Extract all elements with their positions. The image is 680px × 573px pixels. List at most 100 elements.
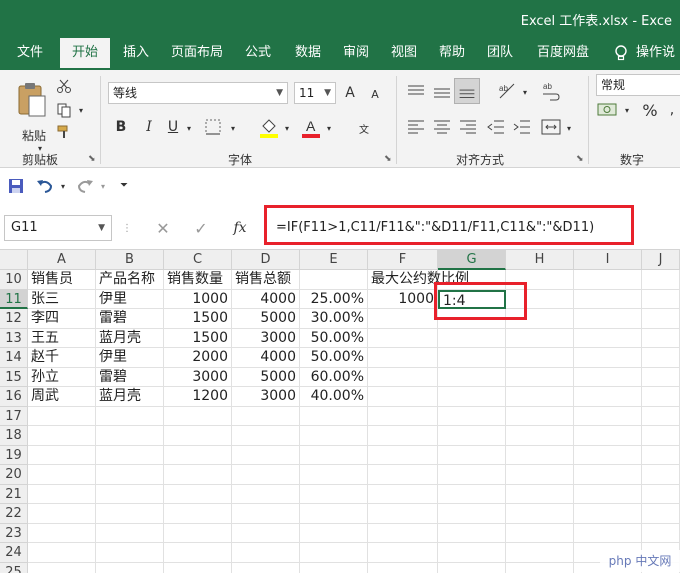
cell-a11[interactable]: 张三 [28, 289, 96, 309]
grid-cell[interactable] [232, 445, 300, 465]
grid-cell[interactable] [438, 543, 506, 563]
enter-icon[interactable]: ✓ [190, 218, 212, 238]
decrease-indent-icon[interactable] [484, 118, 508, 136]
underline-button[interactable]: U [164, 118, 182, 136]
grid-cell[interactable] [574, 328, 642, 348]
grid-cell[interactable] [506, 270, 574, 290]
cell-e11[interactable]: 25.00% [300, 289, 368, 309]
grid-cell[interactable] [574, 270, 642, 290]
cell-e12[interactable]: 30.00% [300, 309, 368, 329]
grid-cell[interactable] [232, 523, 300, 543]
font-launcher-icon[interactable]: ⬊ [384, 154, 392, 164]
row-header-23[interactable]: 23 [0, 523, 28, 543]
splitter-icon[interactable]: ⋮ [122, 220, 132, 236]
column-header-f[interactable]: F [368, 250, 438, 270]
tab-formulas[interactable]: 公式 [236, 38, 280, 70]
tab-help[interactable]: 帮助 [430, 38, 474, 70]
cancel-icon[interactable]: ✕ [152, 218, 174, 238]
bold-button[interactable]: B [112, 118, 130, 136]
cell-d14[interactable]: 4000 [232, 348, 300, 368]
row-header-25[interactable]: 25 [0, 562, 28, 573]
grid-cell[interactable] [368, 348, 438, 368]
grid-cell[interactable] [574, 348, 642, 368]
row-header-18[interactable]: 18 [0, 426, 28, 446]
cell-e15[interactable]: 60.00% [300, 367, 368, 387]
grow-font-button[interactable]: A [342, 84, 358, 102]
borders-icon[interactable] [204, 118, 226, 136]
font-name-select[interactable]: 等线 ▼ [108, 82, 288, 104]
comma-style-icon[interactable]: , [664, 100, 680, 120]
row-header-17[interactable]: 17 [0, 406, 28, 426]
grid-cell[interactable] [642, 504, 680, 524]
undo-icon[interactable] [36, 178, 54, 194]
name-box[interactable]: G11 ▼ [4, 215, 112, 241]
grid-cell[interactable] [232, 562, 300, 573]
grid-cell[interactable] [164, 543, 232, 563]
accounting-dropdown-icon[interactable]: ▾ [622, 104, 632, 116]
cell-c12[interactable]: 1500 [164, 309, 232, 329]
grid-cell[interactable] [642, 523, 680, 543]
accounting-format-icon[interactable] [596, 100, 622, 120]
fill-color-icon[interactable] [258, 116, 280, 138]
tab-page-layout[interactable]: 页面布局 [164, 38, 230, 70]
row-header-15[interactable]: 15 [0, 367, 28, 387]
grid-cell[interactable] [164, 426, 232, 446]
grid-cell[interactable] [438, 348, 506, 368]
grid-cell[interactable] [300, 523, 368, 543]
cell-f10[interactable]: 最大公约数 [368, 270, 441, 290]
column-header-j[interactable]: J [642, 250, 680, 270]
fill-color-dropdown-icon[interactable]: ▾ [282, 122, 292, 134]
grid-cell[interactable] [438, 328, 506, 348]
cell-c13[interactable]: 1500 [164, 328, 232, 348]
row-header-11[interactable]: 11 [0, 289, 28, 309]
column-header-b[interactable]: B [96, 250, 164, 270]
grid-cell[interactable] [574, 504, 642, 524]
tab-team[interactable]: 团队 [478, 38, 522, 70]
grid-cell[interactable] [574, 445, 642, 465]
cell-e13[interactable]: 50.00% [300, 328, 368, 348]
grid-cell[interactable] [368, 387, 438, 407]
phonetic-guide-icon[interactable]: 文 [352, 120, 376, 136]
grid-cell[interactable] [642, 270, 680, 290]
paste-button[interactable] [12, 76, 52, 124]
cell-b12[interactable]: 雷碧 [96, 309, 164, 329]
grid-cell[interactable] [642, 348, 680, 368]
row-header-19[interactable]: 19 [0, 445, 28, 465]
tab-view[interactable]: 视图 [382, 38, 426, 70]
grid-cell[interactable] [232, 504, 300, 524]
grid-cell[interactable] [438, 387, 506, 407]
grid-cell[interactable] [96, 484, 164, 504]
tab-review[interactable]: 审阅 [334, 38, 378, 70]
grid-cell[interactable] [368, 328, 438, 348]
grid-cell[interactable] [164, 445, 232, 465]
grid-cell[interactable] [96, 406, 164, 426]
row-header-12[interactable]: 12 [0, 309, 28, 329]
grid-cell[interactable] [642, 426, 680, 446]
grid-cell[interactable] [438, 309, 506, 329]
grid-cell[interactable] [368, 445, 438, 465]
orientation-dropdown-icon[interactable]: ▾ [520, 86, 530, 98]
row-header-10[interactable]: 10 [0, 270, 28, 290]
merge-dropdown-icon[interactable]: ▾ [564, 122, 574, 134]
grid-cell[interactable] [300, 445, 368, 465]
alignment-launcher-icon[interactable]: ⬊ [576, 154, 584, 164]
grid-cell[interactable] [642, 445, 680, 465]
grid-cell[interactable] [232, 465, 300, 485]
cell-d10[interactable]: 销售总额 [232, 270, 300, 290]
cell-d13[interactable]: 3000 [232, 328, 300, 348]
cell-c15[interactable]: 3000 [164, 367, 232, 387]
column-header-g[interactable]: G [438, 250, 506, 270]
grid-cell[interactable] [438, 562, 506, 573]
worksheet-grid[interactable]: A B C D E F G H I J 10 销售员 产品名称 销售数量 销售总额 最大公约数 比例 11 张三 伊里… [0, 250, 680, 573]
grid-cell[interactable] [574, 387, 642, 407]
align-left-icon[interactable] [404, 118, 428, 136]
bottom-align-icon[interactable] [454, 78, 480, 104]
cell-c14[interactable]: 2000 [164, 348, 232, 368]
cell-d12[interactable]: 5000 [232, 309, 300, 329]
grid-cell[interactable] [96, 445, 164, 465]
font-color-icon[interactable]: A [300, 116, 322, 138]
grid-cell[interactable] [368, 562, 438, 573]
grid-cell[interactable] [28, 504, 96, 524]
grid-cell[interactable] [368, 484, 438, 504]
orientation-icon[interactable]: ab [496, 80, 518, 102]
